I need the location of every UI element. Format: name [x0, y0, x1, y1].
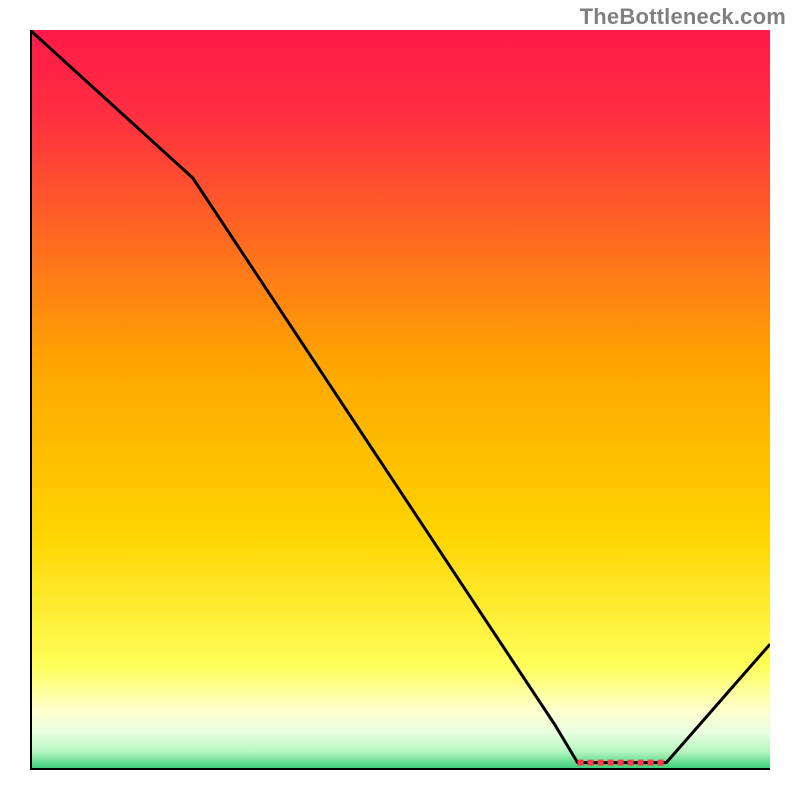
gradient-background — [30, 30, 770, 770]
plot-area — [30, 30, 770, 770]
attribution-text: TheBottleneck.com — [580, 4, 786, 30]
chart-container: TheBottleneck.com — [0, 0, 800, 800]
chart-svg — [30, 30, 770, 770]
